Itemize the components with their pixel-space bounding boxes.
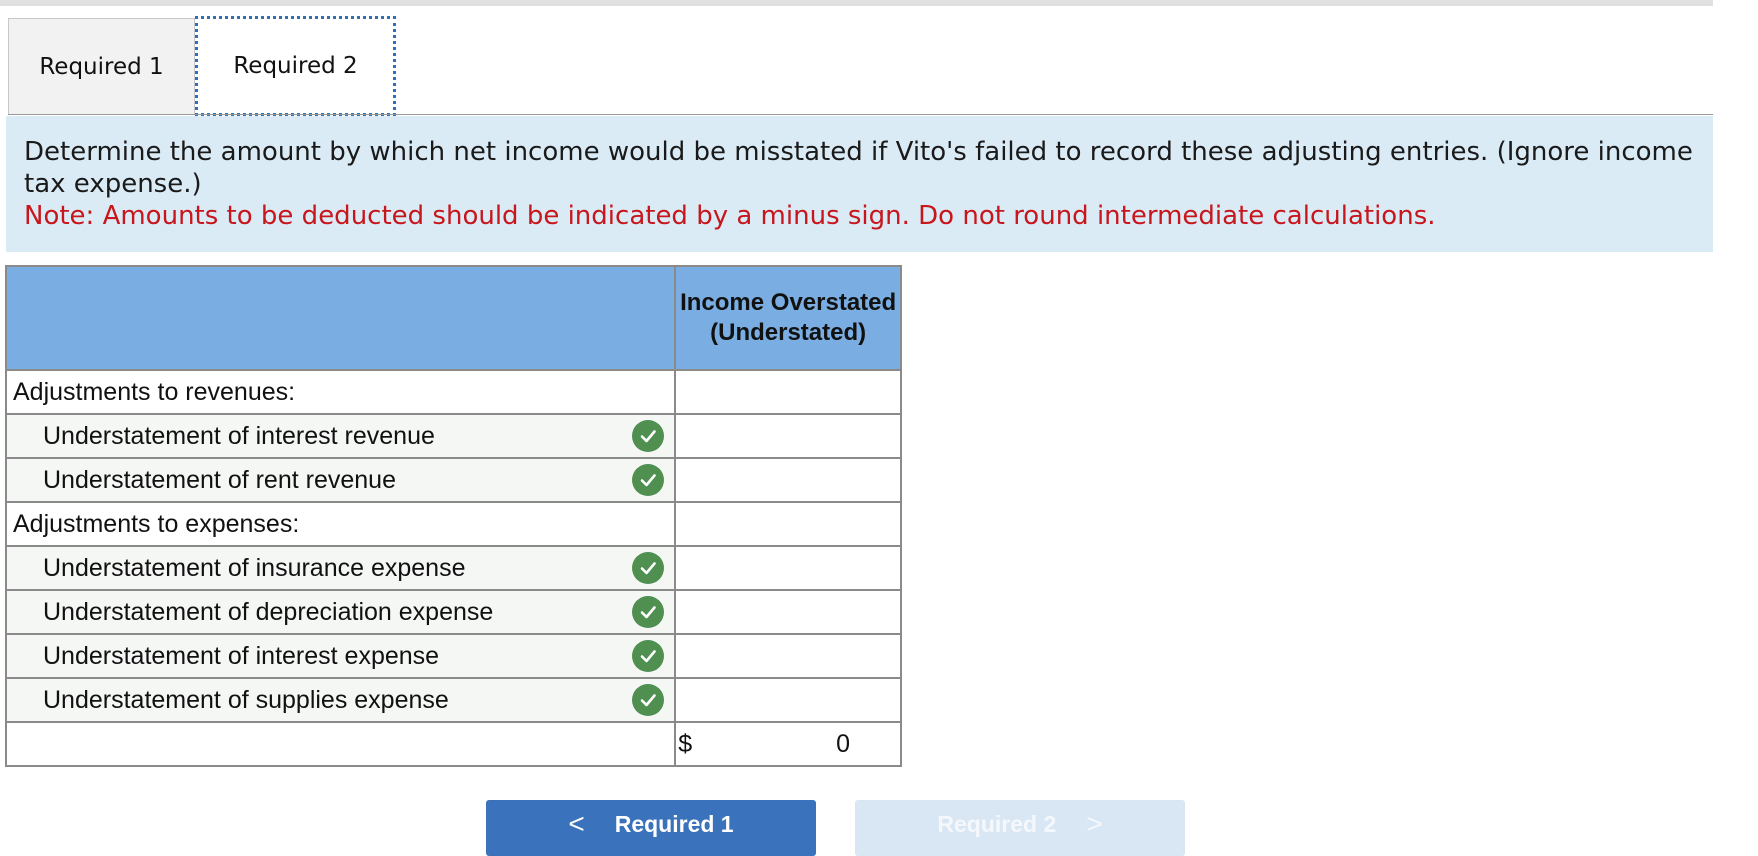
checkmark-icon	[632, 640, 665, 672]
checkmark-icon	[632, 684, 665, 716]
item-label-cell: Understatement of rent revenue	[4, 457, 677, 503]
row-label: Understatement of depreciation expense	[43, 597, 494, 626]
checkmark-icon	[632, 552, 665, 584]
table-header-row: Income Overstated (Understated)	[4, 265, 902, 371]
table-row: Adjustments to expenses:	[4, 501, 902, 547]
next-button-label: Required 2	[937, 810, 1057, 837]
instructions-note: Note: Amounts to be deducted should be i…	[24, 201, 1436, 231]
section-label: Adjustments to revenues:	[13, 377, 296, 406]
instructions-text: Determine the amount by which net income…	[24, 137, 1693, 199]
section-label-cell: Adjustments to revenues:	[4, 369, 677, 415]
tab-underline	[8, 114, 1713, 115]
table-row: Adjustments to revenues:	[4, 369, 902, 415]
item-label-cell: Understatement of interest revenue	[4, 413, 677, 459]
item-label-cell: Understatement of depreciation expense	[4, 589, 677, 635]
table-row: Understatement of depreciation expense	[4, 589, 902, 635]
checkmark-icon	[632, 464, 665, 496]
chevron-right-icon: >	[1086, 808, 1103, 839]
top-divider-bar	[0, 0, 1713, 6]
checkmark-icon	[632, 596, 665, 628]
table-row: Understatement of insurance expense	[4, 545, 902, 591]
item-label-cell: Understatement of insurance expense	[4, 545, 677, 591]
section-label: Adjustments to expenses:	[13, 509, 300, 538]
prev-button-label: Required 1	[614, 810, 734, 837]
table-row: Understatement of rent revenue	[4, 457, 902, 503]
amount-input-cell[interactable]	[674, 677, 902, 723]
header-income-overstated: Income Overstated (Understated)	[674, 265, 902, 371]
checkmark-icon	[632, 420, 665, 452]
item-label-cell: Understatement of supplies expense	[4, 677, 677, 723]
currency-symbol: $	[678, 730, 693, 758]
item-label-cell: Understatement of interest expense	[4, 633, 677, 679]
amount-input-cell[interactable]	[674, 413, 902, 459]
row-label: Understatement of interest revenue	[43, 421, 435, 450]
chevron-left-icon: <	[568, 808, 585, 839]
instructions-panel: Determine the amount by which net income…	[6, 116, 1713, 252]
table-row: Understatement of supplies expense	[4, 677, 902, 723]
amount-input-cell[interactable]	[674, 457, 902, 503]
row-label: Understatement of insurance expense	[43, 553, 466, 582]
row-label: Understatement of interest expense	[43, 641, 440, 670]
total-label-cell	[4, 721, 677, 767]
misstatement-table: Income Overstated (Understated) Adjustme…	[4, 265, 902, 767]
amount-input-cell[interactable]	[674, 589, 902, 635]
row-label: Understatement of rent revenue	[43, 465, 396, 494]
amount-input-cell	[674, 369, 902, 415]
amount-input-cell[interactable]	[674, 633, 902, 679]
total-row: $ 0	[4, 721, 902, 767]
row-label: Understatement of supplies expense	[43, 685, 449, 714]
tab-required-2[interactable]: Required 2	[195, 16, 396, 116]
section-label-cell: Adjustments to expenses:	[4, 501, 677, 547]
header-description-cell	[4, 265, 677, 371]
table-row: Understatement of interest expense	[4, 633, 902, 679]
amount-input-cell[interactable]	[674, 545, 902, 591]
tab-required-1[interactable]: Required 1	[8, 18, 195, 114]
total-cell: $ 0	[674, 721, 902, 767]
amount-input-cell	[674, 501, 902, 547]
total-amount: 0	[836, 730, 850, 758]
table-row: Understatement of interest revenue	[4, 413, 902, 459]
